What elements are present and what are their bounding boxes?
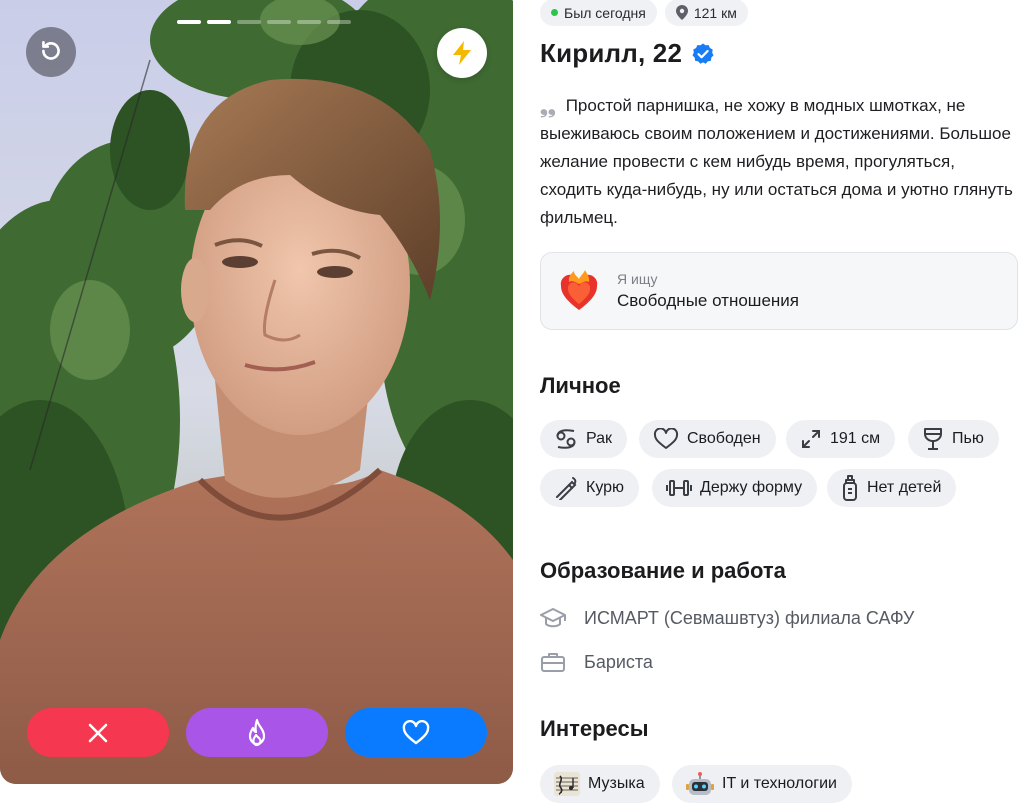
chip-label: Пью [952,430,984,447]
looking-for-value: Свободные отношения [617,291,799,310]
distance-text: 121 км [693,4,737,21]
chip-drinking: Пью [908,420,999,458]
education-text: ИСМАРТ (Севмашвтуз) филиала САФУ [584,607,915,628]
looking-for-card: Я ищу Свободные отношения [540,252,1018,330]
progress-segment [297,20,321,24]
music-sheet-icon [554,772,580,796]
dislike-button[interactable] [27,708,169,757]
profile-name: Кирилл, 22 [540,38,683,68]
name-row: Кирилл, 22 [540,38,714,69]
progress-segment [207,20,231,24]
photo-progress-indicator [177,20,351,24]
quote-icon: ❟❟ [540,94,556,118]
expand-height-icon [802,430,820,448]
verified-badge-icon [692,43,714,64]
chip-label: Рак [586,430,613,447]
job-text: Бариста [584,651,653,672]
like-button[interactable] [345,708,487,757]
looking-for-label: Я ищу [617,271,658,287]
boost-button[interactable] [437,28,487,78]
chip-interest-it: IT и технологии [672,765,852,803]
lightning-icon [453,41,471,65]
progress-segment [267,20,291,24]
chip-height: 191 см [786,420,896,458]
undo-icon [42,40,60,60]
flaming-heart-icon [560,270,598,310]
looking-for-text: Я ищу Свободные отношения [617,271,799,311]
superlike-button[interactable] [186,708,328,757]
cigarette-icon [556,477,577,500]
status-row: Был сегодня 121 км [540,0,748,26]
chip-label: 191 см [830,430,881,447]
flame-icon [248,718,266,746]
briefcase-icon [541,653,565,672]
heart-icon [402,719,430,744]
interests-section-title: Интересы [540,716,649,741]
close-icon [88,723,108,742]
chip-children: Нет детей [827,469,957,507]
baby-bottle-icon [843,475,857,501]
chip-label: Свободен [687,430,761,447]
bio-text: Простой парнишка, не хожу в модных шмотк… [540,96,1013,227]
job-row: Бариста [540,651,653,673]
chip-zodiac: Рак [540,420,628,458]
profile-photo-card[interactable] [0,0,513,784]
online-status-badge: Был сегодня [540,0,657,26]
action-buttons [27,708,487,757]
location-pin-icon [675,5,688,20]
chip-label: Музыка [588,775,645,792]
last-seen-text: Был сегодня [564,4,646,21]
chip-label: Нет детей [867,479,942,496]
wine-glass-icon [924,428,942,450]
chip-interest-music: Музыка [540,765,660,803]
profile-photo [0,0,513,784]
progress-segment [237,20,261,24]
personal-section-title: Личное [540,373,621,398]
profile-bio: ❟❟ Простой парнишка, не хожу в модных шмо… [540,92,1018,232]
chip-smoking: Курю [540,469,640,507]
graduation-cap-icon [540,608,566,628]
progress-segment [327,20,351,24]
undo-button[interactable] [26,27,76,77]
dumbbell-icon [666,480,692,496]
progress-segment [177,20,201,24]
chip-label: Держу форму [700,479,803,496]
chip-label: IT и технологии [722,775,837,792]
education-section-title: Образование и работа [540,558,786,583]
chip-fitness: Держу форму [652,469,818,507]
robot-icon [686,772,714,795]
heart-outline-icon [653,428,679,449]
chip-relationship: Свободен [639,420,776,458]
distance-badge: 121 км [664,0,748,26]
education-row: ИСМАРТ (Севмашвтуз) филиала САФУ [540,607,914,629]
chip-label: Курю [586,479,625,496]
online-dot-icon [551,9,558,16]
cancer-zodiac-icon [556,429,576,449]
